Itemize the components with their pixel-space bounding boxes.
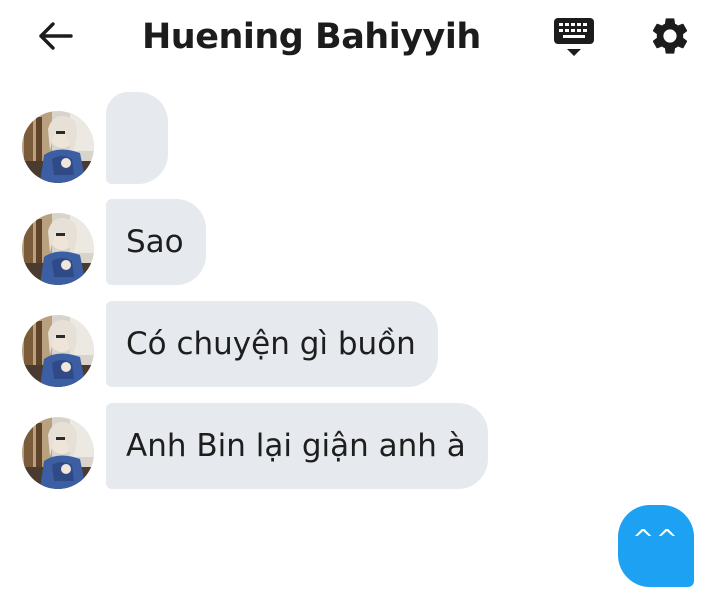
gear-icon (652, 18, 688, 54)
message-bubble[interactable] (106, 92, 168, 184)
avatar[interactable] (22, 315, 94, 387)
chat-header: Huening Bahiyyih (0, 0, 718, 76)
message-bubble[interactable]: Anh Bin lại giận anh à (106, 403, 488, 489)
keyboard-button[interactable] (551, 14, 597, 60)
keyboard-icon (554, 18, 594, 56)
chat-title: Huening Bahiyyih (142, 17, 481, 57)
back-button[interactable] (34, 16, 76, 56)
avatar-image (22, 315, 94, 387)
message-bubble[interactable]: Có chuyện gì buồn (106, 301, 438, 387)
avatar-image (22, 417, 94, 489)
avatar-image (22, 111, 94, 183)
avatar[interactable] (22, 213, 94, 285)
message-bubble[interactable]: Sao (106, 199, 206, 285)
avatar[interactable] (22, 417, 94, 489)
outgoing-message-bubble[interactable]: ^^ (618, 505, 694, 587)
avatar[interactable] (22, 111, 94, 183)
avatar-image (22, 213, 94, 285)
arrow-left-icon (39, 22, 73, 50)
settings-button[interactable] (648, 14, 692, 58)
